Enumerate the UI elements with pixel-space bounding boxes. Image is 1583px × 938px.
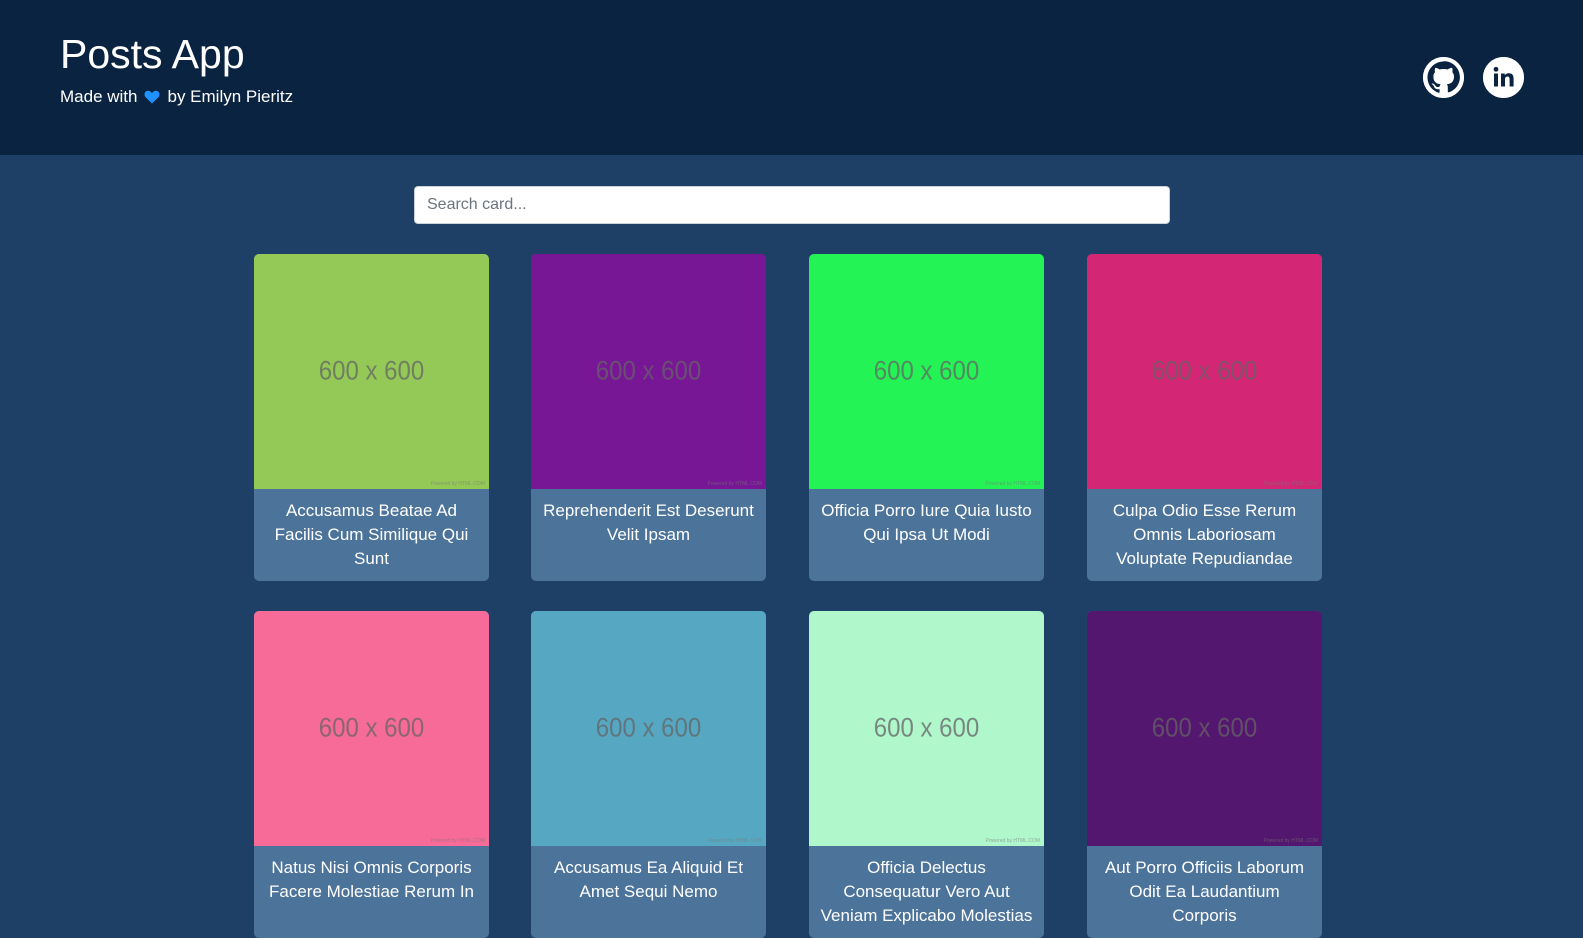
card-title: Officia Delectus Consequatur Vero Aut Ve… <box>820 858 1033 925</box>
linkedin-icon <box>1483 57 1524 98</box>
post-card[interactable]: 600 x 600 Powered by HTML.COM Natus Nisi O… <box>254 611 489 938</box>
app-header: Posts App Made with by Emilyn Pieritz <box>0 0 1583 155</box>
card-image-watermark: Powered by HTML.COM <box>430 481 485 487</box>
card-image-dimensions: 600 x 600 <box>1151 356 1258 386</box>
card-image-watermark: Powered by HTML.COM <box>707 481 762 487</box>
card-title: Reprehenderit Est Deserunt Velit Ipsam <box>543 501 754 544</box>
card-image-watermark: Powered by HTML.COM <box>430 838 485 844</box>
post-card[interactable]: 600 x 600 Powered by HTML.COM Reprehenderi… <box>531 254 766 581</box>
card-title: Natus Nisi Omnis Corporis Facere Molesti… <box>268 858 475 901</box>
card-title: Culpa Odio Esse Rerum Omnis Laboriosam V… <box>1112 501 1297 568</box>
search-input[interactable] <box>414 186 1170 224</box>
card-image: 600 x 600 Powered by HTML.COM <box>531 254 766 489</box>
card-title: Accusamus Beatae Ad Facilis Cum Similiqu… <box>274 501 469 568</box>
card-image-watermark: Powered by HTML.COM <box>1263 838 1318 844</box>
post-card[interactable]: 600 x 600 Powered by HTML.COM Culpa Odio E… <box>1087 254 1322 581</box>
github-icon <box>1423 57 1464 98</box>
app-subtitle: Made with by Emilyn Pieritz <box>60 87 293 107</box>
post-card[interactable]: 600 x 600 Powered by HTML.COM Officia Porr… <box>809 254 1044 581</box>
card-image: 600 x 600 Powered by HTML.COM <box>254 254 489 489</box>
heart-icon <box>144 90 160 104</box>
card-image-dimensions: 600 x 600 <box>318 713 425 743</box>
post-card[interactable]: 600 x 600 Powered by HTML.COM Accusamus Ea… <box>531 611 766 938</box>
post-card[interactable]: 600 x 600 Powered by HTML.COM Accusamus Be… <box>254 254 489 581</box>
card-image-dimensions: 600 x 600 <box>595 356 702 386</box>
github-link[interactable] <box>1423 57 1464 98</box>
card-image-dimensions: 600 x 600 <box>595 713 702 743</box>
linkedin-link[interactable] <box>1483 57 1524 98</box>
card-image: 600 x 600 Powered by HTML.COM <box>1087 254 1322 489</box>
card-image-watermark: Powered by HTML.COM <box>707 838 762 844</box>
card-image: 600 x 600 Powered by HTML.COM <box>254 611 489 846</box>
card-image: 600 x 600 Powered by HTML.COM <box>809 611 1044 846</box>
card-image-watermark: Powered by HTML.COM <box>1263 481 1318 487</box>
card-image: 600 x 600 Powered by HTML.COM <box>1087 611 1322 846</box>
card-title: Accusamus Ea Aliquid Et Amet Sequi Nemo <box>554 858 743 901</box>
card-image-watermark: Powered by HTML.COM <box>985 481 1040 487</box>
card-image-dimensions: 600 x 600 <box>873 356 980 386</box>
made-with-text: Made with <box>60 87 138 106</box>
card-image-dimensions: 600 x 600 <box>1151 713 1258 743</box>
app-title: Posts App <box>60 31 245 77</box>
card-image: 600 x 600 Powered by HTML.COM <box>531 611 766 846</box>
card-image-dimensions: 600 x 600 <box>318 356 425 386</box>
card-title: Officia Porro Iure Quia Iusto Qui Ipsa U… <box>821 501 1032 544</box>
card-image-watermark: Powered by HTML.COM <box>985 838 1040 844</box>
card-image-dimensions: 600 x 600 <box>873 713 980 743</box>
card-image: 600 x 600 Powered by HTML.COM <box>809 254 1044 489</box>
post-card[interactable]: 600 x 600 Powered by HTML.COM Officia Dele… <box>809 611 1044 938</box>
author-text: by Emilyn Pieritz <box>167 87 294 106</box>
post-card[interactable]: 600 x 600 Powered by HTML.COM Aut Porro Of… <box>1087 611 1322 938</box>
card-title: Aut Porro Officiis Laborum Odit Ea Lauda… <box>1104 858 1305 925</box>
